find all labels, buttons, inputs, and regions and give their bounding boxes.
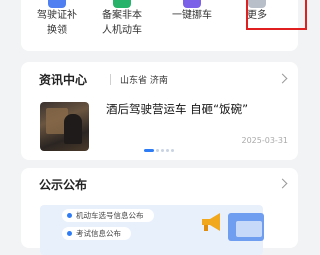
license-icon bbox=[48, 0, 66, 8]
carousel-dot bbox=[161, 149, 164, 152]
news-card: 资讯中心 山东省 济南 酒后驾驶营运车 自砸“饭碗” 2025-03-31 bbox=[21, 62, 298, 160]
announcements-section-title: 公示公布 bbox=[39, 178, 88, 192]
carousel-dot bbox=[156, 149, 159, 152]
megaphone-icon bbox=[202, 213, 220, 231]
chevron-right-icon[interactable] bbox=[277, 73, 288, 84]
carousel-dot bbox=[171, 149, 174, 152]
service-label: 备案非本 人机动车 bbox=[102, 10, 142, 36]
move-car-icon bbox=[183, 0, 201, 8]
thumbnail-person bbox=[64, 114, 82, 144]
service-label: 一键挪车 bbox=[172, 10, 212, 21]
more-highlight-box bbox=[246, 0, 307, 30]
announcement-item[interactable]: 考试信息公布 bbox=[62, 227, 131, 240]
announcement-banner[interactable]: 机动车选号信息公布 考试信息公布 bbox=[40, 205, 264, 255]
services-card: 驾驶证补 换领 备案非本 人机动车 一键挪车 更多 bbox=[21, 0, 307, 51]
divider bbox=[110, 74, 111, 85]
car-record-icon bbox=[113, 0, 131, 8]
illustration-screen bbox=[236, 221, 262, 237]
news-thumbnail[interactable] bbox=[40, 102, 89, 151]
carousel-dot bbox=[166, 149, 169, 152]
location-selector[interactable]: 山东省 济南 bbox=[120, 73, 168, 86]
chevron-right-icon[interactable] bbox=[277, 178, 288, 189]
announcement-item[interactable]: 机动车选号信息公布 bbox=[62, 209, 154, 222]
news-section-title: 资讯中心 bbox=[39, 73, 88, 87]
news-headline[interactable]: 酒后驾驶营运车 自砸“饭碗” bbox=[106, 101, 248, 117]
announcements-card: 公示公布 机动车选号信息公布 考试信息公布 bbox=[21, 168, 298, 255]
news-date: 2025-03-31 bbox=[241, 136, 289, 145]
carousel-dot-active bbox=[144, 149, 154, 152]
service-label: 驾驶证补 换领 bbox=[37, 10, 77, 36]
